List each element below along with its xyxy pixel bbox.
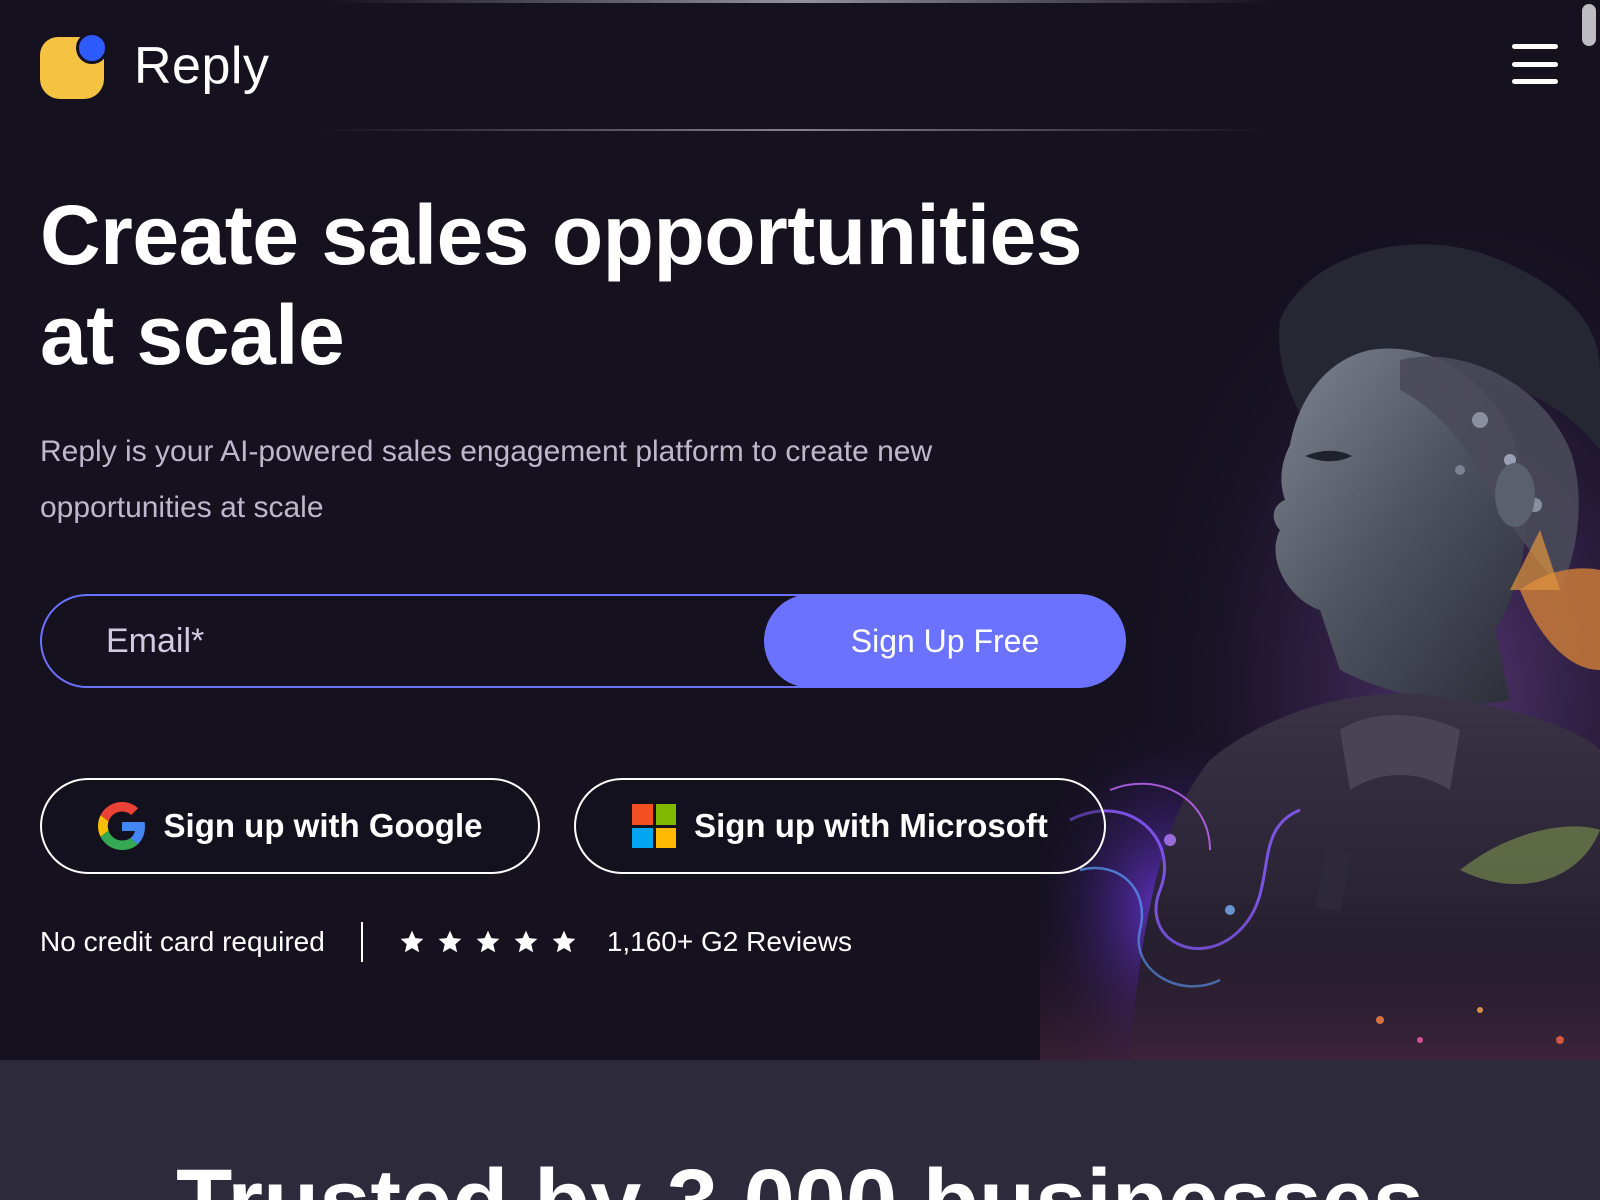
hero-section: Reply Create sales opportunities at scal… bbox=[0, 0, 1600, 1060]
rating-stars bbox=[399, 929, 577, 955]
page: Reply Create sales opportunities at scal… bbox=[0, 0, 1600, 1200]
star-icon bbox=[476, 930, 500, 953]
hero-headline: Create sales opportunities at scale bbox=[40, 188, 1082, 382]
trusted-by-section: Trusted by 3,000 businesses bbox=[0, 1060, 1600, 1200]
signup-form: Sign Up Free bbox=[40, 594, 1126, 688]
logo-mark-icon bbox=[40, 30, 112, 102]
sign-up-free-button[interactable]: Sign Up Free bbox=[764, 594, 1126, 688]
scrollbar-thumb[interactable] bbox=[1582, 4, 1596, 46]
star-icon bbox=[438, 930, 462, 953]
trusted-by-title: Trusted by 3,000 businesses bbox=[0, 1152, 1600, 1200]
microsoft-icon bbox=[632, 804, 677, 848]
hero-subheadline: Reply is your AI-powered sales engagemen… bbox=[40, 435, 933, 524]
top-divider bbox=[330, 0, 1270, 3]
sign-up-microsoft-button[interactable]: Sign up with Microsoft bbox=[574, 778, 1106, 874]
email-input[interactable] bbox=[42, 596, 762, 686]
google-icon bbox=[97, 802, 145, 850]
hamburger-menu-icon[interactable] bbox=[1512, 44, 1558, 84]
brand-name: Reply bbox=[134, 37, 270, 95]
sign-up-google-button[interactable]: Sign up with Google bbox=[40, 778, 540, 874]
trust-divider bbox=[360, 922, 363, 962]
microsoft-button-label: Sign up with Microsoft bbox=[694, 807, 1048, 844]
header-divider bbox=[320, 129, 1270, 131]
brand-logo[interactable]: Reply bbox=[40, 30, 269, 102]
google-button-label: Sign up with Google bbox=[163, 807, 483, 844]
star-icon bbox=[400, 930, 424, 953]
star-icon bbox=[514, 930, 538, 953]
g2-reviews-link[interactable]: 1,160+ G2 Reviews bbox=[607, 926, 852, 958]
no-credit-card-text: No credit card required bbox=[40, 926, 325, 957]
star-icon bbox=[552, 930, 576, 953]
trust-row: No credit card required 1,160+ G2 Review… bbox=[40, 918, 852, 966]
